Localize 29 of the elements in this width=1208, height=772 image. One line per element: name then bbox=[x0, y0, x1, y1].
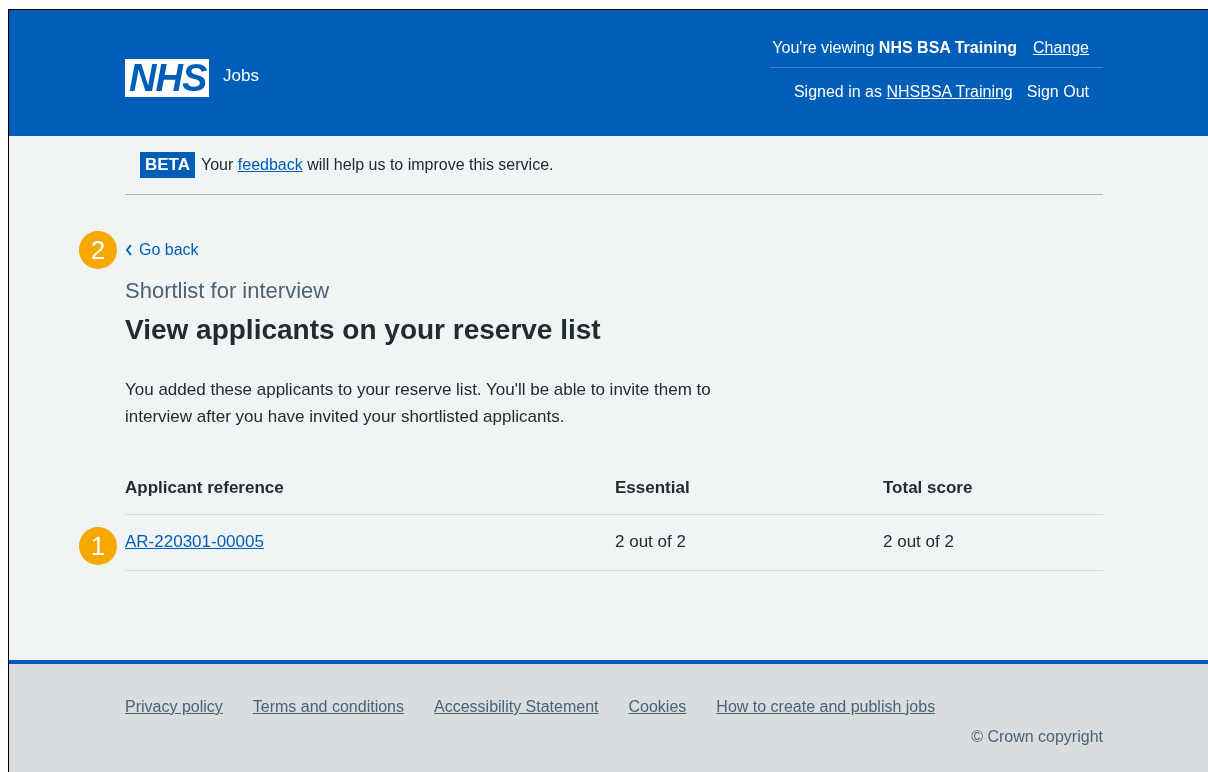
footer-link[interactable]: How to create and publish jobs bbox=[716, 698, 936, 716]
nhs-logo[interactable]: NHS bbox=[125, 59, 209, 97]
chevron-left-icon bbox=[125, 244, 133, 256]
viewing-organisation-text: You're viewing NHS BSA Training bbox=[772, 38, 1017, 57]
column-header: Essential bbox=[615, 478, 690, 498]
back-link[interactable]: Go back bbox=[125, 241, 199, 259]
callout-badge: 2 bbox=[79, 231, 117, 269]
essential-score: 2 out of 2 bbox=[615, 532, 686, 552]
page-title: View applicants on your reserve list bbox=[125, 313, 602, 347]
footer-link[interactable]: Accessibility Statement bbox=[434, 698, 599, 716]
feedback-link[interactable]: feedback bbox=[237, 156, 303, 173]
sign-out-link[interactable]: Sign Out bbox=[1026, 83, 1089, 101]
user-link[interactable]: NHSBSA Training bbox=[886, 83, 1013, 100]
service-name: Jobs bbox=[223, 66, 259, 86]
callout-badge: 1 bbox=[79, 527, 117, 566]
feedback-text: Your feedback will help us to improve this service. bbox=[201, 156, 554, 174]
footer-link[interactable]: Terms and conditions bbox=[252, 698, 404, 716]
beta-tag: BETA bbox=[140, 152, 195, 178]
total-score: 2 out of 2 bbox=[883, 532, 954, 552]
column-header: Applicant reference bbox=[125, 478, 284, 498]
signed-in-text: Signed in as NHSBSA Training bbox=[793, 83, 1013, 101]
intro-text: You added these applicants to your reserve list. You'll be able to invite them to interview after you have invited your shortlisted applicants. bbox=[125, 379, 712, 429]
footer-link[interactable]: Privacy policy bbox=[125, 698, 223, 716]
copyright-text: © Crown copyright bbox=[971, 728, 1103, 746]
applicant-reference-link[interactable]: AR-220301-00005 bbox=[125, 532, 264, 552]
column-header: Total score bbox=[883, 478, 973, 498]
footer-link[interactable]: Cookies bbox=[628, 698, 687, 716]
change-link[interactable]: Change bbox=[1032, 38, 1089, 57]
page-caption: Shortlist for interview bbox=[125, 278, 331, 304]
